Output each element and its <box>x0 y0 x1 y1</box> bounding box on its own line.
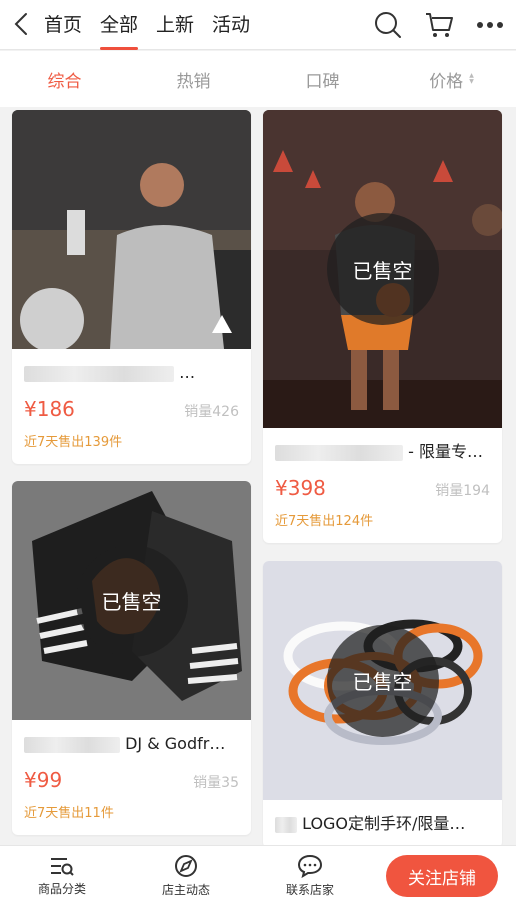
sort-comprehensive[interactable]: 综合 <box>0 67 129 92</box>
contact-label: 联系店家 <box>285 882 334 897</box>
category-button[interactable]: 商品分类 <box>0 855 124 897</box>
product-name: LOGO定制手环/限量… <box>263 800 502 848</box>
sold-out-badge: 已售空 <box>326 213 439 325</box>
product-price: ¥398 <box>275 476 326 500</box>
sort-arrows-icon: ▲ ▼ <box>469 72 474 85</box>
nav-tabs: 首页 全部 上新 活动 <box>44 0 250 50</box>
search-icon[interactable] <box>374 11 402 39</box>
product-sales: 销量35 <box>193 775 239 791</box>
product-card[interactable]: 已售空 - 限量专… ¥398 销量194 近7天售出124件 <box>263 110 502 543</box>
tab-all[interactable]: 全部 <box>100 0 139 50</box>
product-card[interactable]: 已售空 DJ & Godfr… ¥99 销量35 近7天售出11件 <box>12 481 251 835</box>
more-icon[interactable] <box>476 21 504 29</box>
product-card[interactable]: 已售空 LOGO定制手环/限量… <box>263 561 502 848</box>
sort-bar: 综合 热销 口碑 价格 ▲ ▼ <box>0 51 516 107</box>
sort-price[interactable]: 价格 ▲ ▼ <box>387 67 516 92</box>
compass-icon <box>174 854 198 878</box>
recent-sales: 近7天售出11件 <box>24 806 114 821</box>
sort-label: 价格 <box>429 71 464 92</box>
sort-hot-sales[interactable]: 热销 <box>129 67 258 92</box>
product-name: - 限量专… <box>263 428 502 476</box>
product-image <box>12 110 251 349</box>
cart-icon[interactable] <box>424 11 454 39</box>
product-name: DJ & Godfr… <box>12 720 251 768</box>
sort-label: 口碑 <box>305 71 340 92</box>
product-image: 已售空 <box>263 561 502 800</box>
news-label: 店主动态 <box>161 882 210 897</box>
price-row: ¥398 销量194 <box>263 476 502 506</box>
tab-new[interactable]: 上新 <box>156 0 194 50</box>
product-name: … <box>12 349 251 397</box>
product-price: ¥186 <box>24 397 75 421</box>
blurred-text <box>275 444 403 461</box>
price-row: ¥186 销量426 <box>12 397 251 427</box>
product-image: 已售空 <box>263 110 502 428</box>
tab-home[interactable]: 首页 <box>44 0 82 50</box>
category-label: 商品分类 <box>37 881 86 896</box>
price-row: ¥99 销量35 <box>12 768 251 798</box>
sort-reputation[interactable]: 口碑 <box>258 67 387 92</box>
follow-store-button[interactable]: 关注店铺 <box>386 855 498 897</box>
category-list-icon <box>49 855 75 877</box>
product-image: 已售空 <box>12 481 251 720</box>
product-sales: 销量426 <box>184 404 239 420</box>
sold-out-badge: 已售空 <box>75 544 188 657</box>
blurred-text <box>275 816 297 833</box>
recent-sales: 近7天售出139件 <box>24 435 123 450</box>
product-price: ¥99 <box>24 768 63 792</box>
sold-out-badge: 已售空 <box>326 624 439 737</box>
sort-label: 综合 <box>47 71 82 92</box>
chat-icon <box>297 854 323 878</box>
tab-activity[interactable]: 活动 <box>212 0 250 50</box>
product-card[interactable]: … ¥186 销量426 近7天售出139件 <box>12 110 251 464</box>
top-navigation-bar: 首页 全部 上新 活动 <box>0 0 516 50</box>
owner-news-button[interactable]: 店主动态 <box>124 854 248 898</box>
bottom-bar: 商品分类 店主动态 联系店家 关注店铺 <box>0 845 516 905</box>
sort-label: 热销 <box>176 71 211 92</box>
product-sales: 销量194 <box>435 483 490 499</box>
top-actions <box>374 0 504 50</box>
blurred-text <box>24 736 120 753</box>
contact-seller-button[interactable]: 联系店家 <box>248 854 372 898</box>
recent-sales: 近7天售出124件 <box>275 514 374 529</box>
blurred-text <box>24 365 174 382</box>
back-icon[interactable] <box>10 10 32 38</box>
